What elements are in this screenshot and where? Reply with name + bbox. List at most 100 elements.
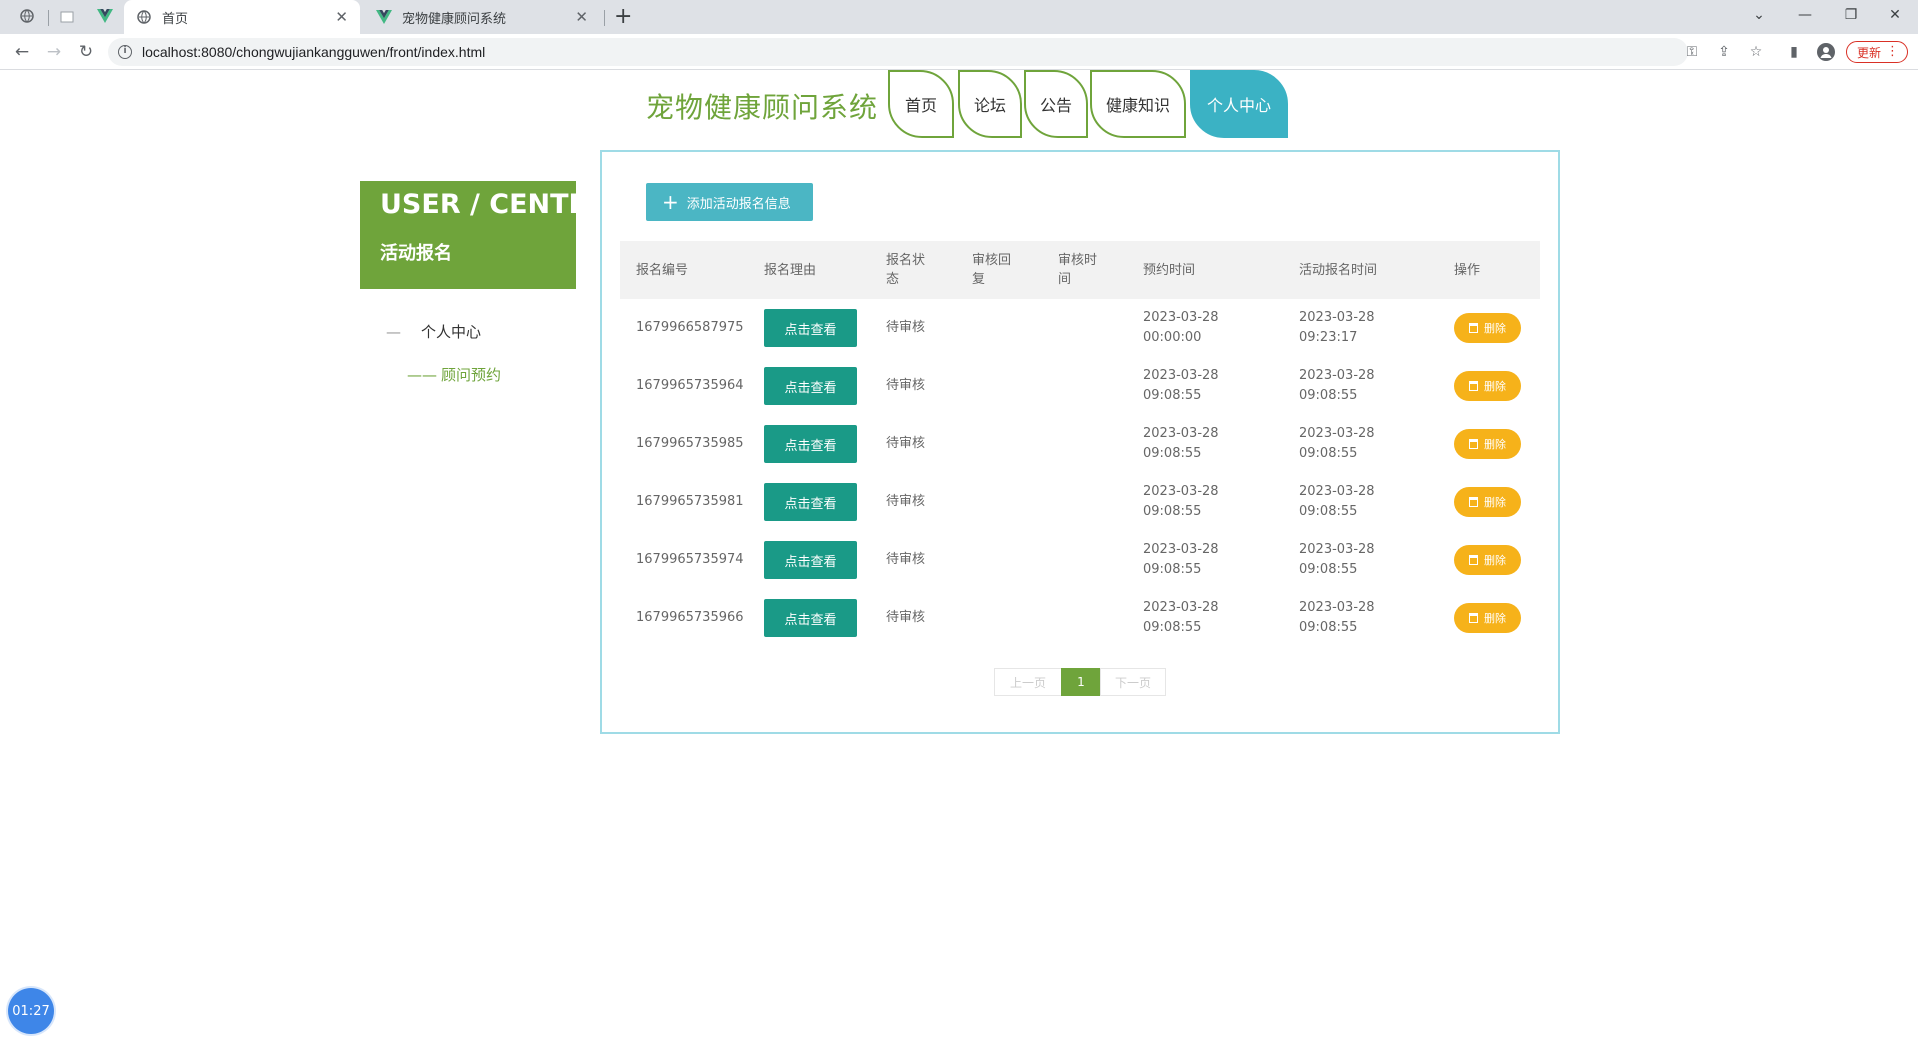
- signup-clock: 09:08:55: [1299, 504, 1358, 519]
- nav-user-center[interactable]: 个人中心: [1190, 70, 1288, 138]
- registration-status: 待审核: [886, 320, 926, 335]
- appointment-clock: 09:08:55: [1143, 388, 1202, 403]
- trash-icon: [1469, 613, 1478, 623]
- view-reason-button[interactable]: 点击查看: [764, 425, 857, 463]
- appointment-clock: 09:08:55: [1143, 562, 1202, 577]
- sidebar-item-user-center[interactable]: — 个人中心: [386, 321, 481, 342]
- table-row: 1679965735981 点击查看 待审核 2023-03-28 09:08:55 20…: [620, 473, 1540, 531]
- registration-status: 待审核: [886, 610, 926, 625]
- add-registration-button[interactable]: + 添加活动报名信息: [646, 183, 813, 221]
- key-icon[interactable]: ⚿: [1682, 42, 1702, 62]
- profile-avatar-icon[interactable]: [1816, 42, 1836, 62]
- registration-status: 待审核: [886, 494, 926, 509]
- restore-window-icon[interactable]: ❐: [1828, 0, 1874, 30]
- appointment-clock: 00:00:00: [1143, 330, 1202, 345]
- plus-icon: +: [662, 190, 679, 214]
- delete-button[interactable]: 删除: [1454, 487, 1521, 517]
- pinned-tab-blank[interactable]: [54, 6, 80, 28]
- appointment-clock: 09:08:55: [1143, 504, 1202, 519]
- delete-button[interactable]: 删除: [1454, 371, 1521, 401]
- trash-icon: [1469, 497, 1478, 507]
- current-page-button[interactable]: 1: [1061, 668, 1101, 696]
- sidebar-item-label: 顾问预约: [441, 366, 502, 384]
- appointment-date: 2023-03-28: [1143, 484, 1219, 499]
- signup-date: 2023-03-28: [1299, 310, 1375, 325]
- signup-clock: 09:08:55: [1299, 388, 1358, 403]
- signup-time: 2023-03-28 09:08:55: [1299, 598, 1375, 638]
- signup-clock: 09:23:17: [1299, 330, 1358, 345]
- registration-id: 1679965735981: [636, 494, 744, 509]
- delete-label: 删除: [1484, 554, 1506, 567]
- nav-home[interactable]: 首页: [888, 70, 954, 138]
- tab-search-chevron-icon[interactable]: ⌄: [1736, 0, 1782, 30]
- registration-status: 待审核: [886, 552, 926, 567]
- close-tab-icon[interactable]: ✕: [335, 8, 348, 26]
- tab-title: 宠物健康顾问系统: [402, 11, 507, 27]
- tab-title: 首页: [162, 11, 189, 27]
- appointment-date: 2023-03-28: [1143, 368, 1219, 383]
- update-button[interactable]: 更新 ⋮: [1846, 41, 1908, 63]
- user-center-header: USER / CENTER 活动报名: [360, 181, 608, 289]
- next-page-button[interactable]: 下一页: [1100, 668, 1166, 696]
- sidebar-item-consult-booking[interactable]: —— 顾问预约: [407, 364, 501, 385]
- sidebar-item-prefix: ——: [407, 366, 437, 384]
- nav-announcements[interactable]: 公告: [1024, 70, 1088, 138]
- appointment-time: 2023-03-28 09:08:55: [1143, 366, 1219, 406]
- prev-page-button[interactable]: 上一页: [994, 668, 1062, 696]
- signup-time: 2023-03-28 09:08:55: [1299, 540, 1375, 580]
- signup-date: 2023-03-28: [1299, 542, 1375, 557]
- site-info-icon[interactable]: i: [118, 45, 132, 59]
- nav-forum[interactable]: 论坛: [958, 70, 1022, 138]
- delete-button[interactable]: 删除: [1454, 313, 1521, 343]
- view-reason-button[interactable]: 点击查看: [764, 541, 857, 579]
- forward-arrow-icon[interactable]: →: [42, 40, 66, 64]
- signup-date: 2023-03-28: [1299, 426, 1375, 441]
- delete-button[interactable]: 删除: [1454, 545, 1521, 575]
- side-panel-icon[interactable]: ▮: [1784, 42, 1804, 62]
- sidebar-item-label: 个人中心: [421, 323, 482, 341]
- browser-toolbar: ← → ↻ i localhost:8080/chongwujiankanggu…: [0, 34, 1918, 70]
- user-center-subtitle: 活动报名: [380, 243, 452, 264]
- tab-system[interactable]: 宠物健康顾问系统 ✕: [364, 0, 600, 34]
- delete-label: 删除: [1484, 438, 1506, 451]
- url-text[interactable]: localhost:8080/chongwujiankangguwen/fron…: [142, 44, 485, 60]
- view-reason-button[interactable]: 点击查看: [764, 309, 857, 347]
- pinned-tab-vue[interactable]: [92, 6, 118, 28]
- globe-icon: [20, 8, 34, 27]
- delete-label: 删除: [1484, 496, 1506, 509]
- appointment-date: 2023-03-28: [1143, 600, 1219, 615]
- view-reason-button[interactable]: 点击查看: [764, 599, 857, 637]
- delete-button[interactable]: 删除: [1454, 429, 1521, 459]
- column-header: 预约时间: [1143, 263, 1196, 278]
- close-tab-icon[interactable]: ✕: [575, 8, 588, 26]
- back-arrow-icon[interactable]: ←: [10, 40, 34, 64]
- more-menu-icon[interactable]: ⋮: [1886, 44, 1899, 59]
- table-row: 1679965735966 点击查看 待审核 2023-03-28 09:08:55 20…: [620, 589, 1540, 647]
- appointment-clock: 09:08:55: [1143, 446, 1202, 461]
- appointment-time: 2023-03-28 09:08:55: [1143, 598, 1219, 638]
- reload-icon[interactable]: ↻: [74, 40, 98, 64]
- recording-timer[interactable]: 01:27: [8, 988, 54, 1034]
- view-reason-button[interactable]: 点击查看: [764, 367, 857, 405]
- new-tab-button[interactable]: +: [614, 4, 632, 30]
- signup-clock: 09:08:55: [1299, 562, 1358, 577]
- column-header: 报名编号: [636, 263, 689, 278]
- close-window-icon[interactable]: ✕: [1872, 0, 1918, 30]
- signup-time: 2023-03-28 09:08:55: [1299, 366, 1375, 406]
- nav-health-knowledge[interactable]: 健康知识: [1090, 70, 1186, 138]
- appointment-time: 2023-03-28 09:08:55: [1143, 540, 1219, 580]
- share-icon[interactable]: ⇪: [1714, 42, 1734, 62]
- pinned-tab-globe[interactable]: [14, 6, 40, 28]
- table-row: 1679965735974 点击查看 待审核 2023-03-28 09:08:55 20…: [620, 531, 1540, 589]
- address-bar[interactable]: i localhost:8080/chongwujiankangguwen/fr…: [108, 38, 1688, 66]
- view-reason-button[interactable]: 点击查看: [764, 483, 857, 521]
- appointment-time: 2023-03-28 00:00:00: [1143, 308, 1219, 348]
- table-header: 报名编号 报名理由 报名状态 审核回复 审核时间 预约时间 活动报名时间 操作: [620, 241, 1540, 299]
- delete-button[interactable]: 删除: [1454, 603, 1521, 633]
- tab-home[interactable]: 首页 ✕: [124, 0, 360, 34]
- minimize-window-icon[interactable]: —: [1782, 0, 1828, 30]
- bookmark-star-icon[interactable]: ☆: [1746, 42, 1766, 62]
- column-header: 报名理由: [764, 263, 817, 278]
- column-header: 活动报名时间: [1299, 263, 1378, 278]
- site-title: 宠物健康顾问系统: [646, 91, 879, 124]
